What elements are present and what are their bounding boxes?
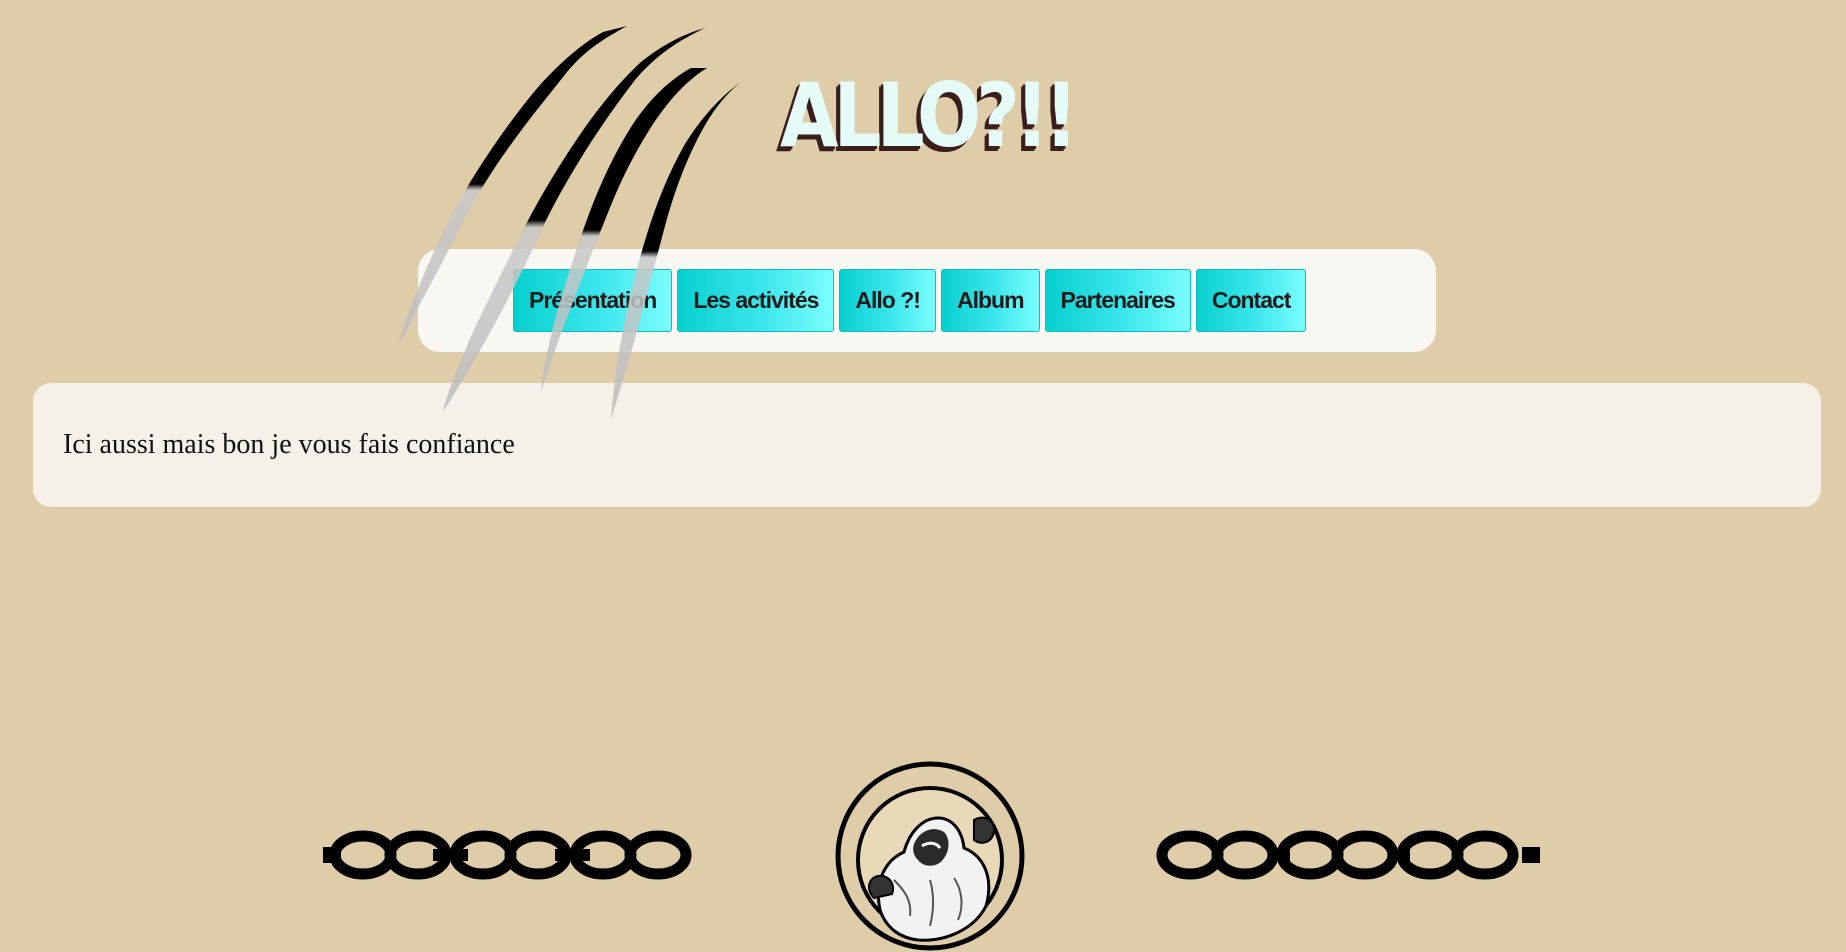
content-card: Ici aussi mais bon je vous fais confianc… [33, 383, 1821, 507]
nav-button-activities[interactable]: Les activités [677, 269, 835, 332]
chain-right-icon [1156, 830, 1540, 880]
content-text: Ici aussi mais bon je vous fais confianc… [63, 429, 515, 460]
site-title: ALLO?!! [780, 64, 1079, 167]
nav-button-partners[interactable]: Partenaires [1044, 269, 1191, 332]
nav-button-allo[interactable]: Allo ?! [839, 269, 936, 332]
roaring-bear-logo [835, 761, 1025, 951]
nav-button-presentation[interactable]: Présentation [513, 269, 673, 332]
chain-left-icon [323, 830, 692, 880]
main-navigation: Présentation Les activités Allo ?! Album… [513, 269, 1307, 332]
nav-button-album[interactable]: Album [940, 269, 1040, 332]
nav-button-contact[interactable]: Contact [1195, 269, 1307, 332]
